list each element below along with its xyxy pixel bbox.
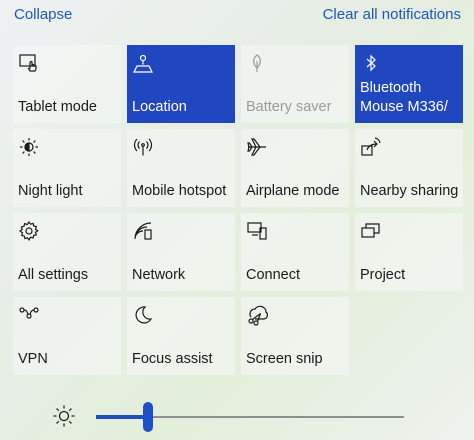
tile-project[interactable]: Project <box>355 213 463 291</box>
tile-label: Location <box>132 99 187 115</box>
tile-focus-assist[interactable]: Focus assist <box>127 297 235 375</box>
tile-label: Night light <box>18 183 83 199</box>
tablet-mode-icon <box>18 52 40 74</box>
battery-saver-icon <box>246 52 268 74</box>
gear-icon <box>18 220 40 242</box>
location-icon <box>132 52 154 74</box>
tile-location[interactable]: Location <box>127 45 235 123</box>
network-icon <box>132 220 154 242</box>
tile-label: All settings <box>18 267 89 283</box>
mobile-hotspot-icon <box>132 136 154 158</box>
brightness-icon <box>52 404 76 428</box>
brightness-slider-thumb[interactable] <box>143 402 153 432</box>
tile-network[interactable]: Network <box>127 213 235 291</box>
airplane-icon <box>246 136 268 158</box>
tile-night-light[interactable]: Night light <box>13 129 121 207</box>
tile-airplane-mode[interactable]: Airplane mode <box>241 129 349 207</box>
nearby-sharing-icon <box>360 136 382 158</box>
action-center-header: Collapse Clear all notifications <box>0 0 474 30</box>
tile-connect[interactable]: Connect <box>241 213 349 291</box>
tile-label: Airplane mode <box>246 183 340 199</box>
tile-all-settings[interactable]: All settings <box>13 213 121 291</box>
tile-label: Tablet mode <box>18 99 97 115</box>
tile-label: Focus assist <box>132 351 213 367</box>
tile-tablet-mode[interactable]: Tablet mode <box>13 45 121 123</box>
night-light-icon <box>18 136 40 158</box>
brightness-slider[interactable] <box>96 402 404 432</box>
tile-label: Project <box>360 267 406 283</box>
tile-mobile-hotspot[interactable]: Mobile hotspot <box>127 129 235 207</box>
bluetooth-icon <box>360 52 382 74</box>
tile-label: Network <box>132 267 186 283</box>
vpn-icon <box>18 304 40 326</box>
connect-icon <box>246 220 268 242</box>
collapse-link[interactable]: Collapse <box>14 6 72 23</box>
clear-all-notifications-link[interactable]: Clear all notifications <box>323 6 461 23</box>
moon-icon <box>132 304 154 326</box>
tile-battery-saver: Battery saver <box>241 45 349 123</box>
tile-nearby-sharing[interactable]: Nearby sharing <box>355 129 463 207</box>
tile-vpn[interactable]: VPN <box>13 297 121 375</box>
tile-label: VPN <box>18 351 48 367</box>
screen-snip-icon <box>246 304 268 326</box>
project-icon <box>360 220 382 242</box>
tile-label: Mobile hotspot <box>132 183 227 199</box>
tile-label: Nearby sharing <box>360 183 459 199</box>
tile-label: Screen snip <box>246 351 323 367</box>
tile-label: Connect <box>246 267 301 283</box>
tile-label: Bluetooth Mouse M336/ <box>360 80 448 115</box>
brightness-slider-fill <box>96 415 148 419</box>
tile-label: Battery saver <box>246 99 332 115</box>
tile-bluetooth-mouse-m336[interactable]: Bluetooth Mouse M336/ <box>355 45 463 123</box>
tile-screen-snip[interactable]: Screen snip <box>241 297 349 375</box>
